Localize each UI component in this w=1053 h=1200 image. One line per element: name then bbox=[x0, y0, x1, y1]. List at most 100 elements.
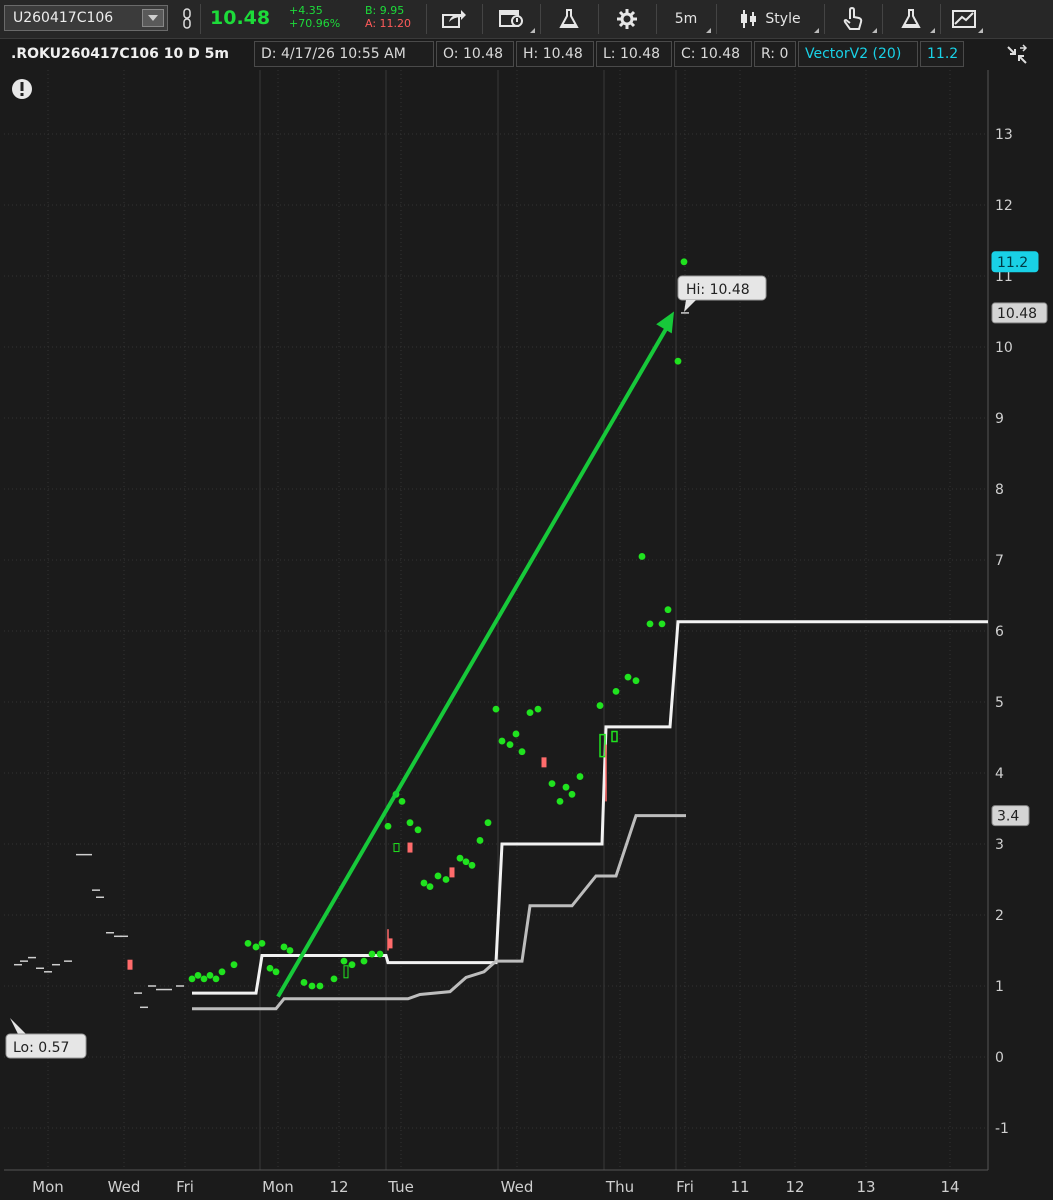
price-dot-up bbox=[576, 773, 584, 780]
time-tick-label: Thu bbox=[605, 1178, 634, 1196]
percent-change: +70.96% bbox=[289, 17, 341, 30]
style-label: Style bbox=[765, 11, 801, 27]
time-tick-label: Mon bbox=[32, 1178, 64, 1196]
hi-callout: Hi: 10.48 bbox=[677, 275, 767, 312]
link-icon[interactable] bbox=[178, 4, 196, 34]
price-marker: 11.2 bbox=[991, 251, 1039, 273]
candle-up bbox=[599, 733, 606, 758]
price-marker: 3.4 bbox=[991, 805, 1030, 827]
price-dot-up bbox=[206, 971, 214, 979]
price-dot-up bbox=[548, 780, 556, 788]
time-tick-label: 13 bbox=[856, 1178, 875, 1196]
chart-toolbar: U260417C106 10.48 +4.35 +70.96% B: 9.95 … bbox=[0, 0, 1053, 39]
interval-label: 5m bbox=[674, 11, 698, 27]
symbol-selector[interactable]: U260417C106 bbox=[4, 5, 168, 31]
chart-grid bbox=[4, 70, 988, 1170]
price-dot-up bbox=[442, 876, 450, 883]
price-dot-up bbox=[368, 950, 376, 958]
price-dot-up bbox=[194, 971, 202, 979]
price-tick-label: 9 bbox=[995, 411, 1004, 427]
gear-icon[interactable] bbox=[602, 4, 652, 34]
price-marker-label: 10.48 bbox=[997, 306, 1037, 322]
price-dot-up bbox=[568, 790, 576, 798]
style-button[interactable]: Style bbox=[720, 4, 820, 34]
time-tick-label: Fri bbox=[676, 1178, 694, 1196]
price-marker-label: 3.4 bbox=[997, 809, 1019, 825]
price-dot-up bbox=[512, 730, 520, 738]
price-axis-labels: 131211109876543210-1 bbox=[995, 127, 1013, 1137]
price-dot-up bbox=[518, 748, 526, 756]
price-dot-up bbox=[646, 620, 654, 628]
price-dot-up bbox=[212, 975, 220, 983]
price-dot-up bbox=[218, 968, 226, 976]
alert-icon[interactable] bbox=[12, 79, 32, 99]
price-dot-up bbox=[596, 702, 604, 709]
price-dot-up bbox=[286, 947, 294, 954]
chevron-down-icon[interactable] bbox=[142, 9, 164, 27]
price-marker-box bbox=[991, 805, 1030, 827]
flask-icon[interactable] bbox=[544, 4, 594, 34]
price-dot-up bbox=[300, 979, 308, 986]
price-dot-up bbox=[258, 940, 266, 947]
price-dot-up bbox=[680, 258, 688, 266]
price-dot-up bbox=[420, 879, 428, 887]
price-marker-box bbox=[991, 302, 1048, 324]
candlestick-icon bbox=[741, 10, 757, 28]
time-tick-label: 14 bbox=[940, 1178, 959, 1196]
interval-button[interactable]: 5m bbox=[660, 4, 712, 34]
hi-callout-box bbox=[677, 275, 767, 301]
time-tick-label: Fri bbox=[176, 1178, 194, 1196]
collapse-arrows-icon[interactable] bbox=[1006, 44, 1028, 66]
time-tick-label: Wed bbox=[108, 1178, 141, 1196]
alert-icon[interactable] bbox=[486, 4, 536, 34]
price-chart[interactable]: 131211109876543210-1 Mon Wed Fri Mon 12 Tue We… bbox=[0, 0, 1053, 1200]
price-bar-down bbox=[407, 842, 413, 853]
study-name[interactable]: VectorV2 (20) bbox=[798, 41, 918, 67]
price-marks bbox=[14, 258, 689, 1009]
price-dot-up bbox=[376, 950, 384, 958]
price-dot-up bbox=[434, 872, 442, 880]
price-dot-up bbox=[188, 975, 196, 983]
price-dot-up bbox=[492, 705, 500, 713]
share-icon[interactable] bbox=[430, 4, 478, 34]
price-dot-up bbox=[562, 783, 570, 791]
price-dot-up bbox=[534, 705, 542, 713]
price-marker-box bbox=[991, 251, 1039, 273]
price-dot-up bbox=[456, 854, 464, 862]
price-bar-down bbox=[541, 757, 547, 768]
price-tick-label: 7 bbox=[995, 553, 1004, 569]
price-dot-up bbox=[506, 741, 514, 748]
price-dot-up bbox=[348, 961, 356, 969]
price-marker: 10.48 bbox=[991, 302, 1048, 324]
price-tick-label: 2 bbox=[995, 908, 1004, 924]
time-tick-label: Wed bbox=[501, 1178, 534, 1196]
lo-callout: Lo: 0.57 bbox=[5, 1018, 87, 1059]
trend-arrow-head bbox=[656, 311, 674, 334]
price-dot-up bbox=[658, 620, 666, 628]
price-dot-up bbox=[638, 553, 646, 560]
studies-flask-icon[interactable] bbox=[886, 4, 936, 34]
price-tick-label: 11 bbox=[995, 269, 1013, 285]
bar-close: C: 10.48 bbox=[674, 41, 752, 67]
bar-open: O: 10.48 bbox=[436, 41, 514, 67]
lo-callout-box bbox=[5, 1033, 87, 1059]
price-dot-up bbox=[392, 790, 400, 798]
price-tick-label: 8 bbox=[995, 482, 1004, 498]
time-tick-label: Mon bbox=[262, 1178, 294, 1196]
ask-price: A: 11.20 bbox=[365, 17, 412, 30]
time-tick-label: 12 bbox=[329, 1178, 348, 1196]
bar-range: R: 0 bbox=[754, 41, 796, 67]
price-tick-label: 0 bbox=[995, 1050, 1004, 1066]
price-dot-up bbox=[556, 798, 564, 805]
price-dot-up bbox=[612, 687, 620, 695]
price-bar-down bbox=[127, 959, 133, 970]
net-change: +4.35 bbox=[289, 4, 323, 17]
price-dot-up bbox=[498, 737, 506, 745]
time-tick-label: 12 bbox=[785, 1178, 804, 1196]
price-dot-up bbox=[468, 861, 476, 869]
drawings-icon[interactable] bbox=[944, 4, 984, 34]
candle-up bbox=[611, 730, 618, 743]
cursor-hand-icon[interactable] bbox=[828, 4, 878, 34]
price-dot-up bbox=[664, 606, 672, 614]
bid-price: B: 9.95 bbox=[365, 4, 405, 17]
